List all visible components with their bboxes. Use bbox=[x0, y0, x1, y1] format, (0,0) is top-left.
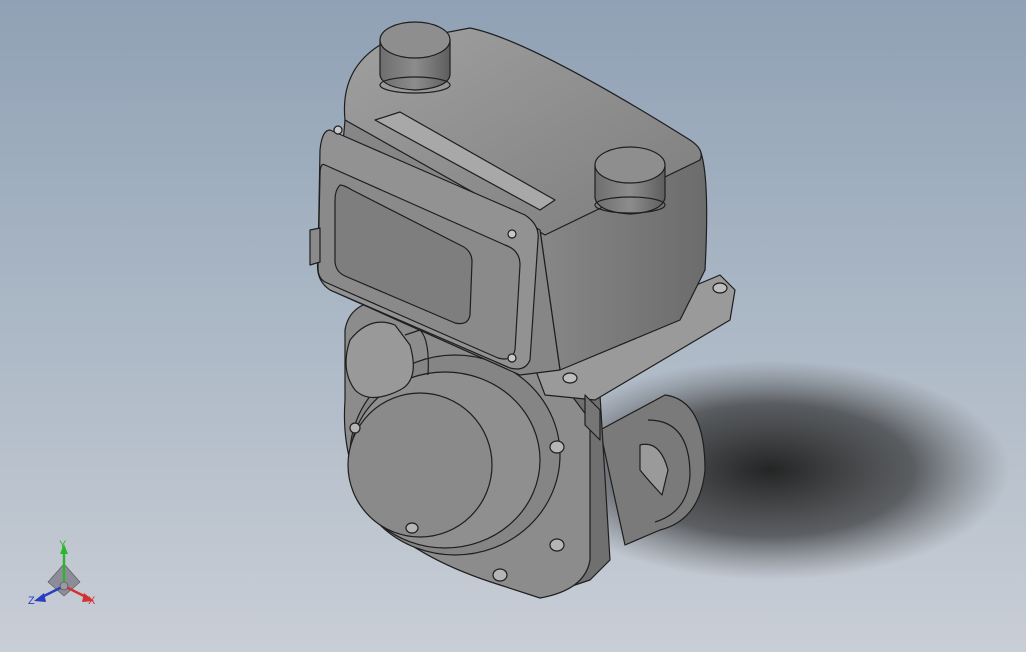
z-axis-label: Z bbox=[28, 595, 35, 607]
y-axis-label: Y bbox=[59, 539, 67, 551]
coordinate-triad: Y X Z bbox=[24, 538, 104, 614]
gas-meter-3d-model[interactable] bbox=[0, 0, 1026, 652]
graphics-viewport[interactable]: Y X Z bbox=[0, 0, 1026, 652]
meter-body bbox=[309, 21, 736, 599]
x-axis-label: X bbox=[88, 595, 96, 607]
